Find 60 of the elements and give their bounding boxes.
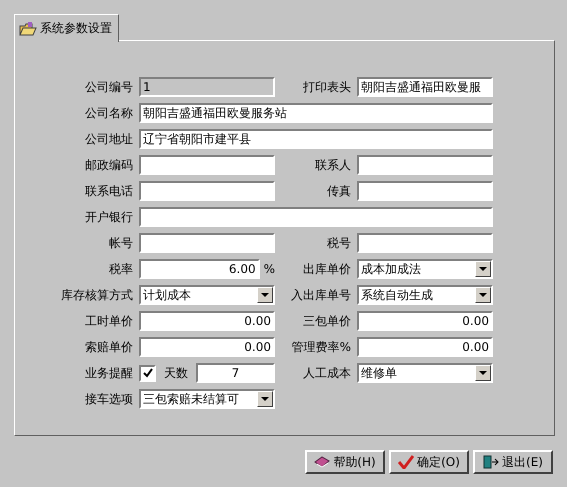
input-field[interactable]: 7 [196, 363, 275, 383]
field-label: 税号 [326, 234, 351, 252]
caret-icon [479, 293, 487, 297]
checkmark-icon [142, 368, 152, 378]
field-label: 工时单价 [84, 312, 133, 330]
check-icon [398, 455, 414, 469]
book-icon [314, 455, 330, 469]
field-label: 入出库单号 [290, 286, 351, 304]
input-field[interactable] [139, 181, 275, 201]
input-field[interactable]: 0.00 [357, 337, 493, 357]
input-field[interactable] [357, 233, 493, 253]
input-field[interactable] [357, 155, 493, 175]
input-field[interactable]: 6.00 [139, 259, 260, 279]
dropdown[interactable]: 成本加成法 [357, 259, 493, 279]
input-field[interactable] [139, 155, 275, 175]
field-label: 业务提醒 [84, 364, 133, 382]
field-label: 公司名称 [84, 104, 133, 122]
field-label: 传真 [326, 182, 351, 200]
field-label: 三包单价 [302, 312, 351, 330]
input-field[interactable]: 0.00 [139, 311, 275, 331]
unit-label: % [264, 262, 275, 276]
field-label: 人工成本 [302, 364, 351, 382]
input-field[interactable]: 朝阳吉盛通福田欧曼服务站 [139, 103, 493, 123]
field-label: 接车选项 [84, 390, 133, 408]
input-field[interactable]: 0.00 [139, 337, 275, 357]
field-label: 开户银行 [84, 208, 133, 226]
field-label: 索赔单价 [84, 338, 133, 356]
caret-icon [261, 293, 269, 297]
help-button[interactable]: 帮助(H) [305, 450, 385, 474]
days-label: 天数 [164, 364, 188, 382]
dropdown[interactable]: 系统自动生成 [357, 285, 493, 305]
dropdown[interactable]: 计划成本 [139, 285, 275, 305]
field-label: 打印表头 [302, 78, 351, 96]
field-label: 公司地址 [84, 130, 133, 148]
caret-icon [479, 371, 487, 375]
dropdown[interactable]: 三包索赔未结算可 [139, 389, 275, 409]
input-field[interactable]: 朝阳吉盛通福田欧曼服 [357, 77, 493, 97]
checkbox[interactable] [139, 364, 156, 382]
caret-icon [261, 397, 269, 401]
field-label: 管理费率% [290, 338, 351, 356]
tab[interactable]: 系统参数设置 [14, 14, 119, 42]
exit-button[interactable]: 退出(E) [473, 450, 553, 474]
input-field[interactable] [139, 233, 275, 253]
field-label: 联系电话 [84, 182, 133, 200]
field-label: 邮政编码 [84, 156, 133, 174]
field-label: 库存核算方式 [60, 286, 133, 304]
field-label: 联系人 [314, 156, 351, 174]
input-field[interactable] [357, 181, 493, 201]
field-label: 税率 [108, 260, 133, 278]
input-field[interactable]: 辽宁省朝阳市建平县 [139, 129, 493, 149]
door-icon [483, 455, 500, 469]
input-field[interactable]: 0.00 [357, 311, 493, 331]
field-label: 公司编号 [84, 78, 133, 96]
ok-button[interactable]: 确定(O) [389, 450, 469, 474]
caret-icon [479, 267, 487, 271]
dropdown[interactable]: 维修单 [357, 363, 493, 383]
folder-icon [19, 20, 37, 36]
input-field[interactable] [139, 207, 493, 227]
field-label: 帐号 [108, 234, 133, 252]
field-label: 出库单价 [302, 260, 351, 278]
